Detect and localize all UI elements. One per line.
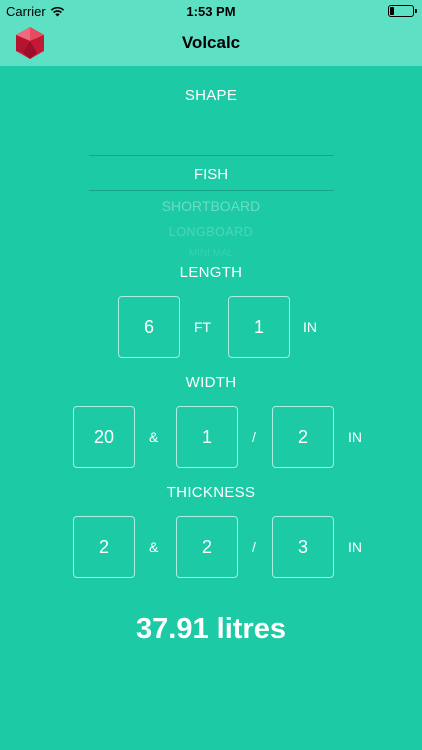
thickness-numerator-input[interactable]: 2 (176, 516, 238, 578)
width-unit-label: IN (348, 429, 362, 445)
thickness-and-label: & (149, 539, 159, 555)
feet-unit-label: FT (194, 319, 212, 335)
volume-result: 37.91 litres (136, 613, 286, 645)
thickness-slash-label: / (252, 539, 256, 555)
width-and-label: & (149, 429, 159, 445)
length-feet-input[interactable]: 6 (118, 296, 180, 358)
picker-option-selected[interactable]: FISH (0, 166, 422, 183)
app-title: Volcalc (181, 33, 241, 52)
width-whole-input[interactable]: 20 (73, 406, 135, 468)
thickness-denominator-input[interactable]: 3 (272, 516, 334, 578)
picker-option[interactable]: MINI MAL (0, 248, 422, 259)
width-label: WIDTH (185, 374, 237, 391)
status-bar: Carrier 1:53 PM (0, 0, 422, 22)
width-slash-label: / (252, 429, 256, 445)
length-label: LENGTH (179, 264, 243, 281)
picker-option[interactable]: LONGBOARD (0, 225, 422, 239)
length-inches-input[interactable]: 1 (228, 296, 290, 358)
battery-fill (390, 7, 394, 15)
shape-picker[interactable]: FISH SHORTBOARD LONGBOARD MINI MAL (0, 150, 422, 260)
thickness-label: THICKNESS (166, 484, 256, 501)
picker-option[interactable]: SHORTBOARD (0, 198, 422, 214)
status-time: 1:53 PM (186, 4, 236, 19)
battery-nub (415, 9, 417, 13)
inches-unit-label: IN (303, 319, 317, 335)
width-denominator-input[interactable]: 2 (272, 406, 334, 468)
picker-bottom-divider (89, 190, 334, 191)
thickness-whole-input[interactable]: 2 (73, 516, 135, 578)
shape-label: SHAPE (184, 87, 238, 104)
thickness-unit-label: IN (348, 539, 362, 555)
width-numerator-input[interactable]: 1 (176, 406, 238, 468)
picker-top-divider (89, 155, 334, 156)
battery-icon (388, 5, 417, 17)
nav-bar: Volcalc (0, 22, 422, 66)
